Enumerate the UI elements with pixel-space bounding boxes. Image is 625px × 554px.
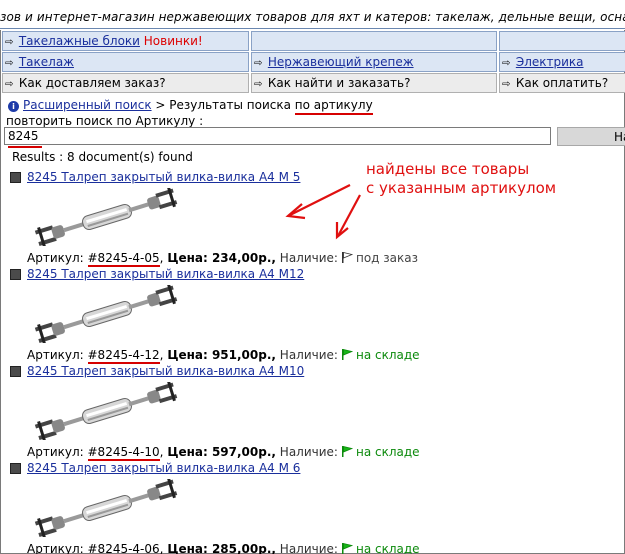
square-bullet-icon	[10, 366, 21, 377]
arrow-right-icon: ⇨	[254, 79, 263, 90]
arrow-right-icon: ⇨	[5, 58, 14, 69]
nav-item-payment[interactable]: ⇨ Как оплатить?	[499, 73, 625, 93]
nav-link-delivery[interactable]: Как доставляем заказ?	[19, 76, 166, 90]
availability-label: Наличие:	[279, 542, 338, 554]
green-flag-icon	[341, 446, 353, 457]
advanced-search-link[interactable]: Расширенный поиск	[23, 98, 152, 112]
breadcrumb-separator: >	[155, 98, 166, 112]
breadcrumb: i Расширенный поиск > Результаты поиска п…	[8, 98, 373, 115]
product-item: 8245 Талреп закрытый вилка-вилка А4 М10 …	[0, 362, 625, 461]
turnbuckle-image[interactable]	[32, 187, 182, 248]
breadcrumb-current: Результаты поиска	[169, 98, 291, 112]
nav-link-how-to-order[interactable]: Как найти и заказать?	[268, 76, 411, 90]
availability-label: Наличие:	[279, 348, 338, 362]
arrow-right-icon: ⇨	[502, 58, 511, 69]
nav-link-payment[interactable]: Как оплатить?	[516, 76, 608, 90]
green-flag-icon	[341, 543, 353, 554]
nav-link-fasteners[interactable]: Нержавеющий крепеж	[268, 55, 414, 69]
nav-item-how-to-order[interactable]: ⇨ Как найти и заказать?	[251, 73, 497, 93]
product-item: 8245 Талреп закрытый вилка-вилка А4 М 6 …	[0, 459, 625, 554]
product-title-link[interactable]: 8245 Талреп закрытый вилка-вилка А4 М 5	[27, 170, 300, 184]
nav-item-rigging[interactable]: ⇨ Такелаж	[2, 52, 249, 72]
product-title-link[interactable]: 8245 Талреп закрытый вилка-вилка А4 М12	[27, 267, 304, 281]
product-details: Артикул: #8245-4-10, Цена: 597,00р., Нал…	[27, 445, 420, 461]
product-title-link[interactable]: 8245 Талреп закрытый вилка-вилка А4 М 6	[27, 461, 300, 475]
square-bullet-icon	[10, 269, 21, 280]
availability-label: Наличие:	[279, 251, 338, 265]
availability-status: под заказ	[355, 251, 418, 265]
arrow-right-icon: ⇨	[502, 79, 511, 90]
arrow-right-icon: ⇨	[5, 37, 14, 48]
breadcrumb-by-article: по артикулу	[294, 98, 373, 115]
product-price: Цена: 234,00р.,	[167, 251, 276, 265]
arrow-right-icon: ⇨	[254, 58, 263, 69]
article-number: #8245-4-06	[87, 542, 160, 554]
info-icon: i	[8, 101, 19, 112]
turnbuckle-image[interactable]	[32, 381, 182, 442]
availability-label: Наличие:	[279, 445, 338, 459]
article-label: Артикул:	[27, 445, 88, 459]
site-banner: зов и интернет-магазин нержавеющих товар…	[0, 0, 625, 30]
flag-outline-icon	[341, 252, 353, 263]
new-badge: Новинки!	[143, 34, 203, 48]
nav-item-empty-2	[499, 31, 625, 51]
square-bullet-icon	[10, 172, 21, 183]
availability-status: на складе	[355, 542, 420, 554]
results-summary: Results : 8 document(s) found	[12, 150, 193, 164]
product-details: Артикул: #8245-4-05, Цена: 234,00р., Нал…	[27, 251, 418, 267]
product-price: Цена: 597,00р.,	[167, 445, 276, 459]
turnbuckle-image[interactable]	[32, 284, 182, 345]
green-flag-icon	[341, 349, 353, 360]
arrow-right-icon: ⇨	[5, 79, 14, 90]
product-price: Цена: 285,00р.,	[167, 542, 276, 554]
search-label: повторить поиск по Артикулу :	[6, 114, 204, 128]
nav-item-empty-1	[251, 31, 497, 51]
nav-link-rigging[interactable]: Такелаж	[19, 55, 74, 69]
nav-item-electrics[interactable]: ⇨ Электрика	[499, 52, 625, 72]
availability-status: на складе	[355, 348, 420, 362]
article-label: Артикул:	[27, 542, 88, 554]
nav-item-blocks[interactable]: ⇨ Такелажные блоки Новинки!	[2, 31, 249, 51]
search-input[interactable]	[4, 127, 551, 145]
product-details: Артикул: #8245-4-06, Цена: 285,00р., Нал…	[27, 542, 420, 554]
article-label: Артикул:	[27, 348, 88, 362]
nav-link-electrics[interactable]: Электрика	[516, 55, 584, 69]
banner-text: зов и интернет-магазин нержавеющих товар…	[0, 10, 625, 24]
product-item: 8245 Талреп закрытый вилка-вилка А4 М 5 …	[0, 168, 625, 267]
article-label: Артикул:	[27, 251, 88, 265]
product-details: Артикул: #8245-4-12, Цена: 951,00р., Нал…	[27, 348, 420, 364]
nav-item-delivery[interactable]: ⇨ Как доставляем заказ?	[2, 73, 249, 93]
search-value-underline	[8, 146, 42, 148]
product-price: Цена: 951,00р.,	[167, 348, 276, 362]
turnbuckle-image[interactable]	[32, 478, 182, 539]
nav-item-fasteners[interactable]: ⇨ Нержавеющий крепеж	[251, 52, 497, 72]
availability-status: на складе	[355, 445, 420, 459]
product-title-link[interactable]: 8245 Талреп закрытый вилка-вилка А4 М10	[27, 364, 304, 378]
product-item: 8245 Талреп закрытый вилка-вилка А4 М12 …	[0, 265, 625, 364]
banner-divider	[0, 28, 625, 29]
square-bullet-icon	[10, 463, 21, 474]
nav-link-blocks[interactable]: Такелажные блоки	[19, 34, 140, 48]
search-button[interactable]: На	[557, 127, 625, 146]
